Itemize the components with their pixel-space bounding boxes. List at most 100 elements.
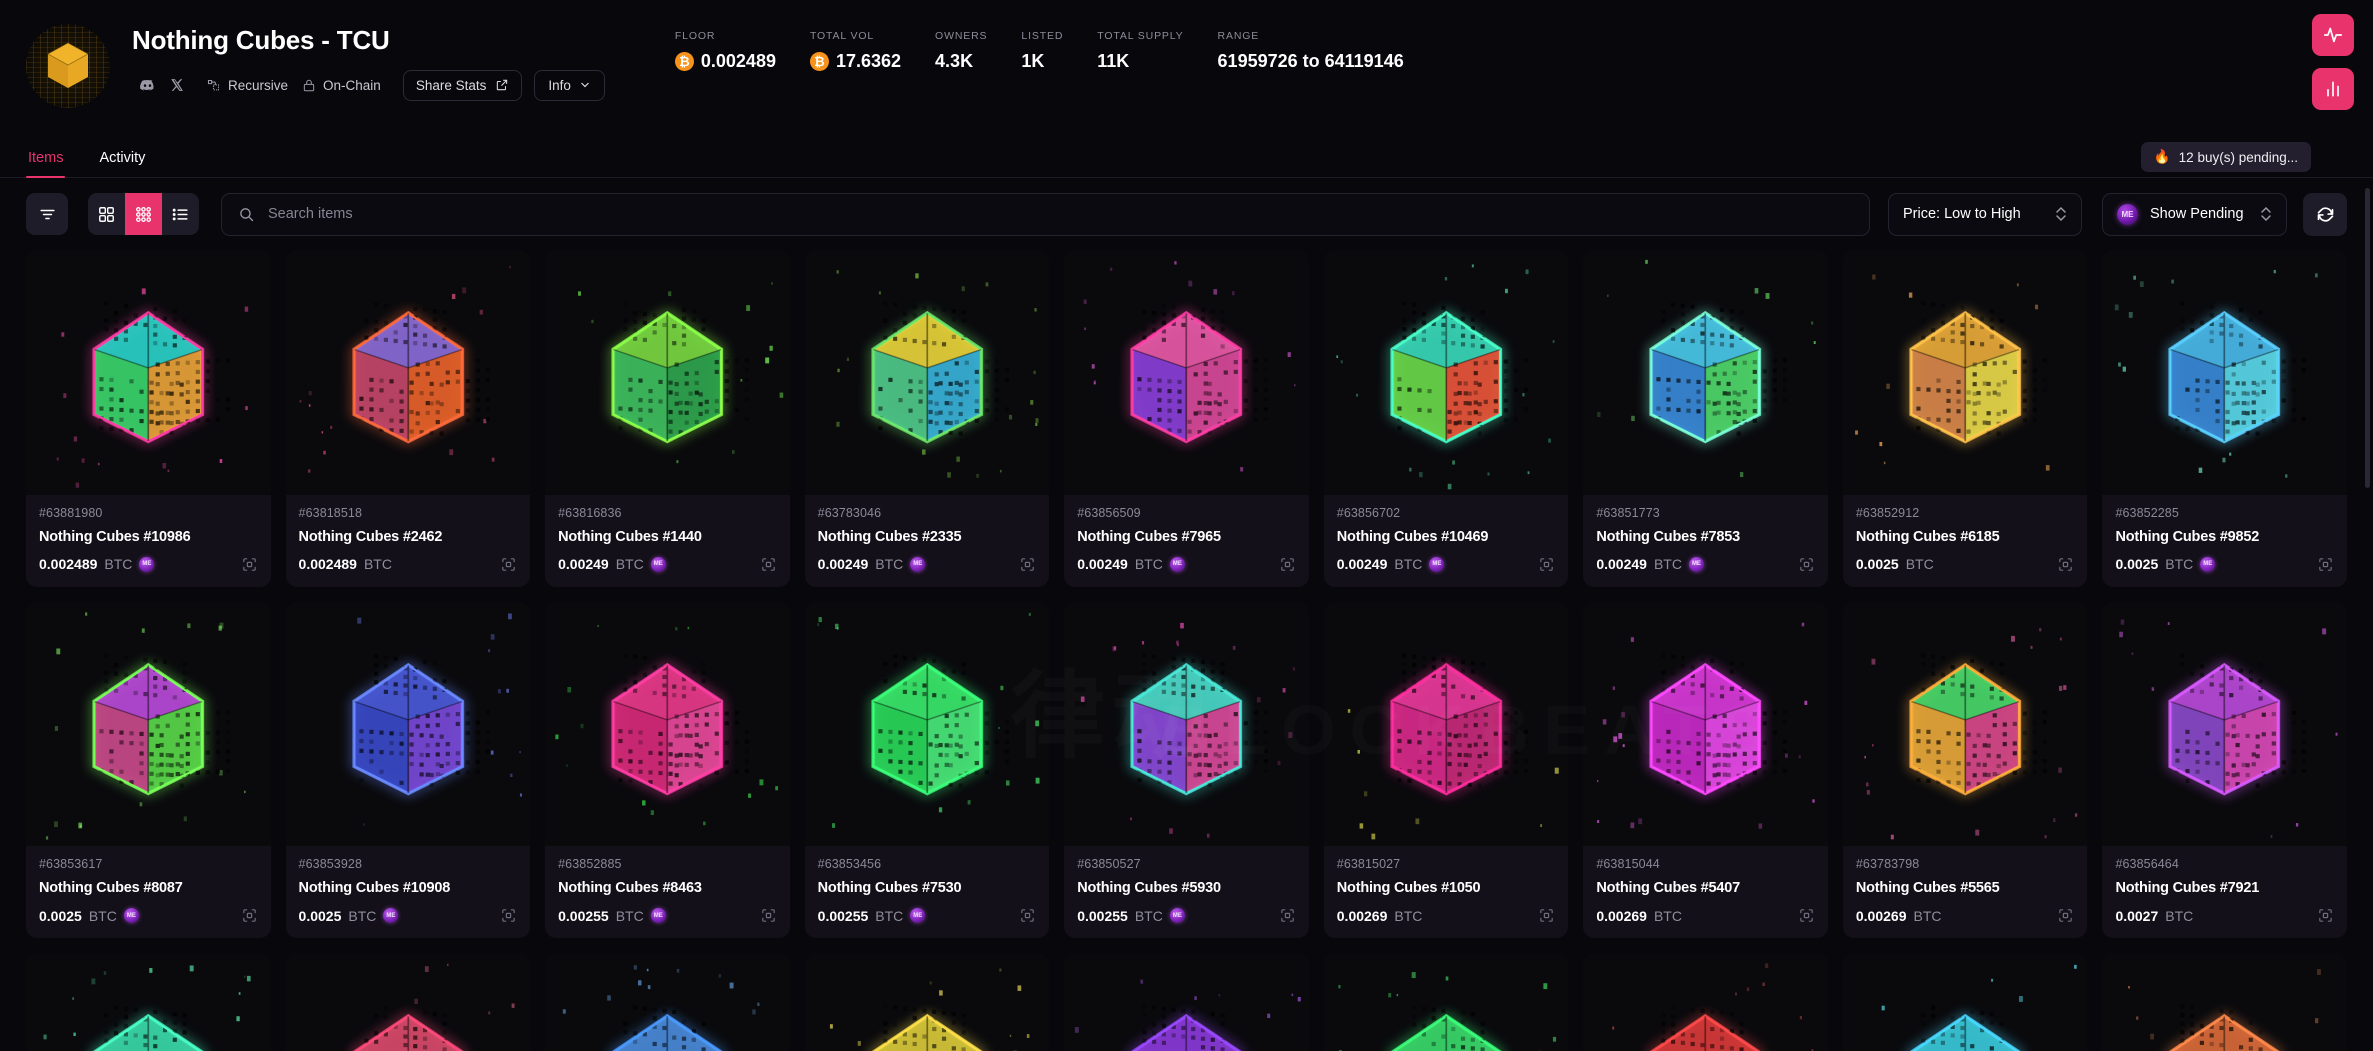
add-to-cart-icon[interactable] [760, 556, 777, 573]
add-to-cart-icon[interactable] [1019, 556, 1036, 573]
item-card[interactable]: #63881980Nothing Cubes #109860.002489BTC… [26, 250, 271, 587]
item-card[interactable]: #63852912Nothing Cubes #61850.0025BTC [1843, 250, 2088, 587]
item-card[interactable]: #63816836Nothing Cubes #14400.00249BTCME [545, 250, 790, 587]
item-thumbnail[interactable] [805, 953, 1050, 1051]
item-thumbnail[interactable] [26, 953, 271, 1051]
item-thumbnail[interactable] [2102, 953, 2347, 1051]
item-card[interactable] [2102, 953, 2347, 1051]
item-thumbnail[interactable] [545, 602, 790, 847]
view-mode-list[interactable] [162, 193, 199, 235]
item-thumbnail[interactable] [286, 953, 531, 1051]
add-to-cart-icon[interactable] [2317, 907, 2334, 924]
item-card[interactable]: #63783798Nothing Cubes #55650.00269BTC [1843, 602, 2088, 939]
item-thumbnail[interactable] [2102, 602, 2347, 847]
items-grid-wrapper: 律动 BLOCKBEATS #63881980Nothing Cubes #10… [0, 250, 2373, 1051]
add-to-cart-icon[interactable] [1798, 907, 1815, 924]
item-thumbnail[interactable] [2102, 250, 2347, 495]
item-card[interactable] [1064, 953, 1309, 1051]
item-thumbnail[interactable] [286, 250, 531, 495]
tab-activity[interactable]: Activity [97, 150, 147, 177]
item-card[interactable]: #63783046Nothing Cubes #23350.00249BTCME [805, 250, 1050, 587]
search-bar[interactable] [221, 193, 1870, 236]
pending-filter-select[interactable]: ME Show Pending [2102, 193, 2287, 236]
add-to-cart-icon[interactable] [500, 556, 517, 573]
item-thumbnail[interactable] [545, 250, 790, 495]
item-card[interactable]: #63856702Nothing Cubes #104690.00249BTCM… [1324, 250, 1569, 587]
item-card[interactable]: #63856509Nothing Cubes #79650.00249BTCME [1064, 250, 1309, 587]
item-card[interactable] [1583, 953, 1828, 1051]
stat-label: TOTAL VOL [810, 30, 901, 42]
item-card[interactable]: #63852285Nothing Cubes #98520.0025BTCME [2102, 250, 2347, 587]
add-to-cart-icon[interactable] [241, 556, 258, 573]
item-thumbnail[interactable] [1843, 250, 2088, 495]
item-thumbnail[interactable] [26, 602, 271, 847]
view-mode-grid-small[interactable] [125, 193, 162, 235]
item-thumbnail[interactable] [1064, 250, 1309, 495]
item-card[interactable]: #63853456Nothing Cubes #75300.00255BTCME [805, 602, 1050, 939]
add-to-cart-icon[interactable] [2317, 556, 2334, 573]
item-card[interactable]: #63853617Nothing Cubes #80870.0025BTCME [26, 602, 271, 939]
add-to-cart-icon[interactable] [1279, 907, 1296, 924]
item-thumbnail[interactable] [805, 250, 1050, 495]
chart-button[interactable] [2312, 68, 2354, 110]
item-thumbnail[interactable] [1324, 953, 1569, 1051]
filter-toggle-button[interactable] [26, 193, 68, 235]
add-to-cart-icon[interactable] [1798, 556, 1815, 573]
info-button[interactable]: Info [534, 70, 605, 101]
add-to-cart-icon[interactable] [1538, 907, 1555, 924]
item-thumbnail[interactable] [1064, 953, 1309, 1051]
item-card[interactable]: #63850527Nothing Cubes #59300.00255BTCME [1064, 602, 1309, 939]
item-thumbnail[interactable] [1583, 953, 1828, 1051]
item-thumbnail[interactable] [805, 602, 1050, 847]
add-to-cart-icon[interactable] [1538, 556, 1555, 573]
item-card[interactable] [1843, 953, 2088, 1051]
item-thumbnail[interactable] [1324, 250, 1569, 495]
item-card[interactable] [805, 953, 1050, 1051]
item-thumbnail[interactable] [1843, 602, 2088, 847]
add-to-cart-icon[interactable] [760, 907, 777, 924]
item-thumbnail[interactable] [26, 250, 271, 495]
view-mode-grid-large[interactable] [88, 193, 125, 235]
item-card[interactable]: #63856464Nothing Cubes #79210.0027BTC [2102, 602, 2347, 939]
item-card[interactable]: #63852885Nothing Cubes #84630.00255BTCME [545, 602, 790, 939]
item-name: Nothing Cubes #10986 [39, 529, 258, 545]
add-to-cart-icon[interactable] [2057, 907, 2074, 924]
filter-icon [38, 205, 57, 224]
item-card[interactable]: #63853928Nothing Cubes #109080.0025BTCME [286, 602, 531, 939]
add-to-cart-icon[interactable] [2057, 556, 2074, 573]
discord-icon[interactable] [132, 74, 162, 96]
item-card[interactable] [1324, 953, 1569, 1051]
item-thumbnail[interactable] [1583, 250, 1828, 495]
item-thumbnail[interactable] [1583, 602, 1828, 847]
item-thumbnail[interactable] [286, 602, 531, 847]
tab-items[interactable]: Items [26, 150, 65, 177]
tabs-bar: Items Activity 🔥 12 buy(s) pending... [0, 132, 2373, 178]
sort-select[interactable]: Price: Low to High [1888, 193, 2082, 236]
item-card[interactable] [545, 953, 790, 1051]
magiceden-logo-icon: ME [910, 908, 925, 923]
item-card[interactable]: #63851773Nothing Cubes #78530.00249BTCME [1583, 250, 1828, 587]
share-stats-button[interactable]: Share Stats [403, 70, 523, 101]
add-to-cart-icon[interactable] [241, 907, 258, 924]
item-thumbnail[interactable] [1064, 602, 1309, 847]
item-price-currency: BTC [364, 556, 392, 572]
x-icon[interactable] [162, 74, 192, 96]
item-card[interactable] [26, 953, 271, 1051]
pending-buys-badge[interactable]: 🔥 12 buy(s) pending... [2141, 142, 2311, 172]
item-thumbnail[interactable] [1843, 953, 2088, 1051]
add-to-cart-icon[interactable] [1279, 556, 1296, 573]
item-card[interactable] [286, 953, 531, 1051]
item-inscription-number: #63818518 [299, 506, 518, 520]
search-input[interactable] [268, 206, 1853, 222]
refresh-button[interactable] [2303, 193, 2347, 236]
activity-pulse-button[interactable] [2312, 14, 2354, 56]
page-scrollbar[interactable] [2365, 188, 2370, 488]
item-thumbnail[interactable] [1324, 602, 1569, 847]
add-to-cart-icon[interactable] [1019, 907, 1036, 924]
stat-value-wrap: 1K [1021, 51, 1063, 72]
item-card[interactable]: #63815027Nothing Cubes #10500.00269BTC [1324, 602, 1569, 939]
add-to-cart-icon[interactable] [500, 907, 517, 924]
item-card[interactable]: #63815044Nothing Cubes #54070.00269BTC [1583, 602, 1828, 939]
item-card[interactable]: #63818518Nothing Cubes #24620.002489BTC [286, 250, 531, 587]
item-thumbnail[interactable] [545, 953, 790, 1051]
